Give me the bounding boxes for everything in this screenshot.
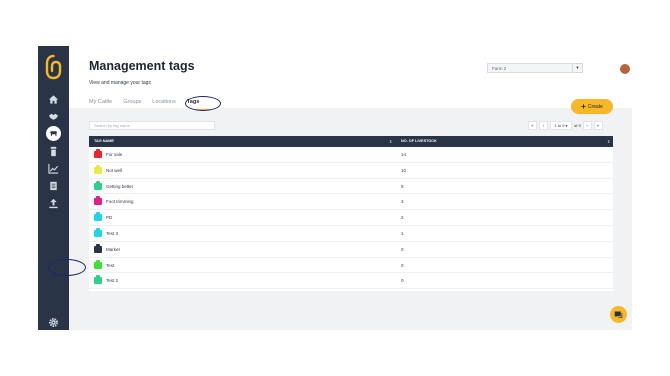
- analytics-icon: [48, 163, 59, 174]
- sort-icon[interactable]: ⇕: [607, 136, 610, 147]
- table-row[interactable]: PD 2: [89, 210, 613, 226]
- sort-icon[interactable]: ⇕: [389, 136, 392, 147]
- sidebar: [38, 46, 69, 330]
- clipboard-icon: [50, 181, 57, 190]
- livestock-count: 1: [401, 230, 404, 236]
- nav-settings[interactable]: [38, 314, 69, 330]
- nav-records[interactable]: [38, 177, 69, 193]
- pagination: « ‹ 1 to 9 ▾ of 9 › »: [528, 121, 603, 130]
- tags-tab-annotation-circle: [185, 96, 221, 111]
- create-label: Create: [587, 103, 603, 110]
- nav-home[interactable]: [38, 91, 69, 107]
- tag-name: Market: [106, 246, 120, 252]
- page-total: of 9: [574, 123, 581, 128]
- table-row[interactable]: Foot trimming 3: [89, 194, 613, 211]
- tab-locations[interactable]: Locations: [152, 98, 176, 110]
- tab-groups[interactable]: Groups: [123, 98, 141, 110]
- table-row[interactable]: Test 2 0: [89, 273, 613, 290]
- nav-upload[interactable]: [38, 195, 69, 211]
- tag-icon: [94, 227, 102, 237]
- tab-my-cattle[interactable]: My Cattle: [89, 98, 112, 110]
- livestock-count: 0: [401, 278, 404, 284]
- tag-name: For sale: [106, 152, 123, 157]
- tag-icon: [94, 180, 102, 190]
- last-page-icon[interactable]: »: [593, 121, 603, 130]
- tag-icon: [94, 196, 102, 206]
- tag-icon: [94, 243, 102, 253]
- feed-icon: [50, 146, 57, 156]
- nav-cattle[interactable]: [38, 125, 69, 141]
- search-input[interactable]: Search by tag name: [89, 121, 215, 130]
- column-header-tag-name[interactable]: TAG NAME: [94, 136, 114, 147]
- chat-icon: [614, 311, 623, 319]
- tag-name: Test 2: [106, 278, 119, 284]
- next-page-icon[interactable]: ›: [582, 121, 592, 130]
- first-page-icon[interactable]: «: [528, 121, 537, 130]
- tags-table: TAG NAME ⇕ NO. OF LIVESTOCK ⇕ For sale 14…: [89, 136, 613, 291]
- livestock-count: 3: [401, 199, 404, 205]
- tag-name: Not well: [106, 167, 123, 173]
- tag-name: Test: [106, 262, 115, 268]
- tag-name: Foot trimming: [106, 199, 134, 205]
- chevron-down-icon: ▼: [572, 64, 582, 72]
- column-header-livestock[interactable]: NO. OF LIVESTOCK: [401, 136, 437, 147]
- table-row[interactable]: Market 0: [89, 242, 613, 258]
- table-header: TAG NAME ⇕ NO. OF LIVESTOCK ⇕: [89, 136, 613, 147]
- livestock-count: 10: [401, 167, 407, 173]
- prev-page-icon[interactable]: ‹: [539, 121, 548, 130]
- test-row-annotation-circle: [48, 259, 86, 276]
- nav-feed[interactable]: [38, 143, 69, 159]
- farm-select[interactable]: Farm 2 ▼: [487, 63, 583, 73]
- handshake-icon: [48, 113, 59, 120]
- search-placeholder: Search by tag name: [94, 123, 130, 128]
- chat-button[interactable]: [610, 306, 627, 323]
- table-row[interactable]: Not well 10: [89, 163, 613, 179]
- create-button[interactable]: + Create: [571, 99, 613, 114]
- cow-icon: [49, 130, 58, 136]
- tag-name: Getting better: [106, 183, 134, 189]
- table-body: For sale 14 Not well 10 Getting better 5 Foot …: [89, 147, 613, 290]
- tag-icon: [94, 149, 102, 158]
- upload-icon: [49, 198, 58, 208]
- page-title: Management tags: [89, 59, 195, 73]
- livestock-count: 0: [401, 246, 404, 252]
- page-subtitle: View and manage your tags: [89, 80, 151, 86]
- livestock-count: 14: [401, 152, 407, 157]
- table-row[interactable]: Test 0: [89, 258, 613, 274]
- tag-icon: [94, 275, 102, 285]
- table-row[interactable]: Getting better 5: [89, 179, 613, 195]
- page-range-select[interactable]: 1 to 9 ▾: [550, 121, 572, 130]
- language-flag-icon[interactable]: [620, 64, 630, 74]
- livestock-count: 5: [401, 183, 404, 189]
- settings-icon: [49, 317, 58, 327]
- tag-name: Test 3: [106, 230, 119, 236]
- plus-icon: +: [581, 101, 586, 111]
- livestock-count: 0: [401, 262, 404, 268]
- tag-name: PD: [106, 215, 113, 221]
- table-row[interactable]: For sale 14: [89, 147, 613, 163]
- livestock-count: 2: [401, 215, 404, 221]
- tag-icon: [94, 212, 102, 222]
- table-row[interactable]: Test 3 1: [89, 226, 613, 242]
- tag-icon: [94, 164, 102, 174]
- nav-analytics[interactable]: [38, 160, 69, 176]
- logo-icon: [45, 54, 62, 80]
- nav-partners[interactable]: [38, 108, 69, 124]
- app-window: Management tags View and manage your tag…: [38, 46, 632, 330]
- home-icon: [48, 94, 59, 104]
- farm-select-value: Farm 2: [492, 66, 507, 71]
- tag-icon: [94, 259, 102, 269]
